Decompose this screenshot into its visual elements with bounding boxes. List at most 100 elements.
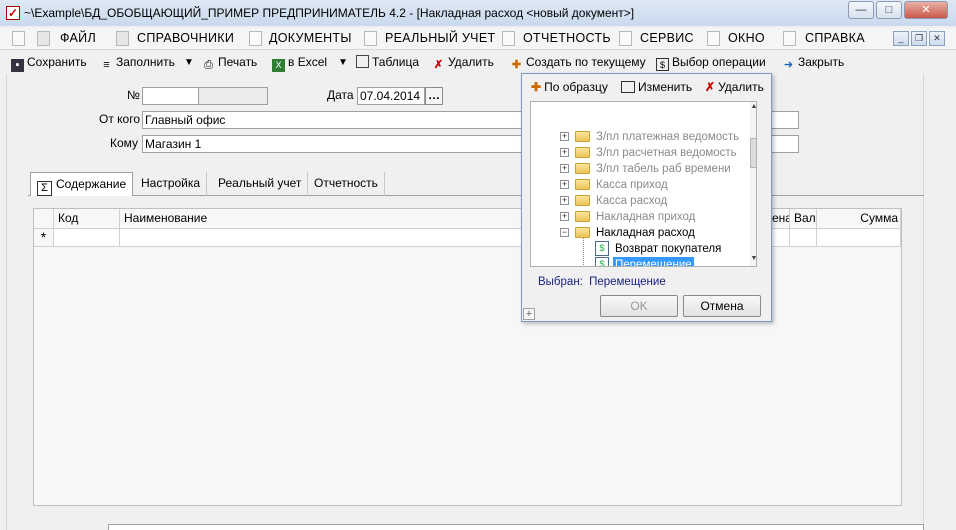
tree-scrollbar[interactable]: ▲ ▼ (750, 102, 756, 266)
folder-icon (575, 131, 590, 142)
to-input[interactable]: Магазин 1 (142, 135, 524, 153)
fill-dropdown-arrow-icon[interactable]: ▼ (184, 57, 194, 68)
create-by-current-button[interactable]: ✚ Создать по текущему (510, 55, 646, 72)
folder-icon (575, 211, 590, 222)
date-label: Дата (327, 88, 354, 102)
expand-icon[interactable]: + (560, 164, 569, 173)
delete-button[interactable]: ✗ Удалить (432, 55, 494, 72)
selected-info: Выбран: Перемещение (538, 276, 666, 288)
menu-help[interactable]: СПРАВКА (805, 31, 865, 45)
operation-doc-icon: $ (595, 257, 609, 266)
excel-dropdown-arrow-icon[interactable]: ▼ (338, 57, 348, 68)
resize-grip-icon[interactable]: + (523, 308, 535, 320)
tree-node-label: Накладная приход (596, 211, 696, 223)
maximize-icon[interactable]: □ (876, 1, 902, 19)
scroll-up-icon[interactable]: ▲ (750, 103, 756, 110)
expand-icon[interactable]: + (560, 148, 569, 157)
folder-icon (575, 147, 590, 158)
mdi-close-icon[interactable]: ✕ (929, 31, 945, 46)
menu-service[interactable]: СЕРВИС (640, 31, 694, 45)
by-sample-button[interactable]: ✚ По образцу (531, 80, 608, 94)
menu-window[interactable]: ОКНО (728, 31, 765, 45)
tree-node-label-selected: Перемещение (613, 257, 694, 266)
menu-bar: ФАЙЛ СПРАВОЧНИКИ ДОКУМЕНТЫ РЕАЛЬНЫЙ УЧЕТ… (0, 28, 956, 50)
expand-icon[interactable]: + (560, 212, 569, 221)
tree-connector (583, 238, 584, 266)
menu-real-accounting[interactable]: РЕАЛЬНЫЙ УЧЕТ (385, 31, 495, 45)
from-input-end[interactable] (770, 111, 799, 129)
folder-open-icon (575, 227, 590, 238)
delete-icon: ✗ (705, 80, 716, 94)
menu-file[interactable]: ФАЙЛ (60, 31, 96, 45)
operation-select-popup: ✚ По образцу Изменить ✗ Удалить + З/пл плат… (521, 73, 772, 322)
table-button[interactable]: Таблица (356, 55, 419, 69)
grid-cell-code[interactable] (54, 228, 120, 247)
tab-settings[interactable]: Настройка (135, 172, 208, 196)
menu-reports[interactable]: ОТЧЕТНОСТЬ (523, 31, 611, 45)
service-icon (619, 31, 632, 46)
comment-field[interactable] (108, 524, 924, 530)
tree-node-label: Накладная расход (596, 227, 695, 239)
new-document-icon[interactable] (12, 31, 25, 46)
ok-button[interactable]: OK (600, 295, 678, 317)
close-button[interactable]: ➜ Закрыть (782, 55, 844, 72)
excel-button[interactable]: Xв Excel (272, 55, 327, 72)
popup-delete-button[interactable]: ✗ Удалить (705, 80, 764, 94)
exit-icon: ➜ (783, 59, 794, 71)
tree-node-label: З/пл расчетная ведомость (596, 147, 737, 159)
column-header-sum[interactable]: Сумма (817, 209, 901, 228)
column-header-code[interactable]: Код (54, 209, 120, 228)
folder-icon (575, 195, 590, 206)
sigma-icon: Σ (37, 181, 52, 196)
grid-cell-currency[interactable] (790, 228, 817, 247)
scroll-thumb[interactable] (750, 138, 756, 168)
new-row-marker: * (34, 228, 54, 247)
expand-icon[interactable]: + (560, 132, 569, 141)
save-button[interactable]: ▪ Сохранить (11, 55, 87, 72)
close-icon[interactable]: ✕ (904, 1, 948, 19)
cancel-button[interactable]: Отмена (683, 295, 761, 317)
tree-node-label: Возврат покупателя (615, 243, 722, 255)
tree-node-label: Касса расход (596, 195, 668, 207)
from-input[interactable]: Главный офис (142, 111, 524, 129)
tab-content[interactable]: Σ Содержание (30, 172, 134, 196)
fill-icon: ≡ (103, 59, 110, 71)
menu-documents[interactable]: ДОКУМЕНТЫ (269, 31, 352, 45)
plus-icon: ✚ (511, 59, 522, 71)
print-button[interactable]: ⎙ Печать (202, 55, 257, 72)
excel-icon: X (272, 59, 285, 72)
edit-button[interactable]: Изменить (621, 80, 692, 94)
app-icon: ✓ (6, 6, 20, 20)
window-icon (707, 31, 720, 46)
operation-icon: $ (656, 58, 669, 71)
scroll-down-icon[interactable]: ▼ (750, 255, 756, 262)
folder-icon (575, 163, 590, 174)
column-header-currency[interactable]: Вал (790, 209, 817, 228)
fill-button[interactable]: ≡ Заполнить (100, 55, 175, 72)
mdi-minimize-icon[interactable]: _ (893, 31, 909, 46)
tab-reports[interactable]: Отчетность (308, 172, 385, 196)
operation-doc-icon: $ (595, 241, 609, 256)
tree-node-label: Касса приход (596, 179, 668, 191)
date-picker-button[interactable]: … (425, 87, 443, 105)
collapse-icon[interactable]: − (560, 228, 569, 237)
to-input-end[interactable] (770, 135, 799, 153)
mdi-restore-icon[interactable]: ❐ (911, 31, 927, 46)
tab-real-accounting[interactable]: Реальный учет (212, 172, 309, 196)
date-input[interactable]: 07.04.2014 (357, 87, 425, 105)
window-title: ~\Example\БД_ОБОБЩАЮЩИЙ_ПРИМЕР ПРЕДПРИНИ… (24, 6, 635, 20)
title-bar: ✓ ~\Example\БД_ОБОБЩАЮЩИЙ_ПРИМЕР ПРЕДПРИ… (0, 0, 956, 26)
expand-icon[interactable]: + (560, 180, 569, 189)
file-menu-icon (37, 31, 50, 46)
tree-node-label: З/пл платежная ведомость (596, 131, 740, 143)
minimize-icon[interactable]: — (848, 1, 874, 19)
menu-directories[interactable]: СПРАВОЧНИКИ (137, 31, 234, 45)
delete-icon: ✗ (433, 59, 444, 71)
number-input[interactable] (142, 87, 200, 105)
expand-icon[interactable]: + (560, 196, 569, 205)
tree-node-label: З/пл табель раб времени (596, 163, 731, 175)
grid-cell-sum[interactable] (817, 228, 901, 247)
save-icon: ▪ (11, 59, 24, 72)
help-icon (783, 31, 796, 46)
select-operation-button[interactable]: $ Выбор операции (656, 55, 766, 71)
